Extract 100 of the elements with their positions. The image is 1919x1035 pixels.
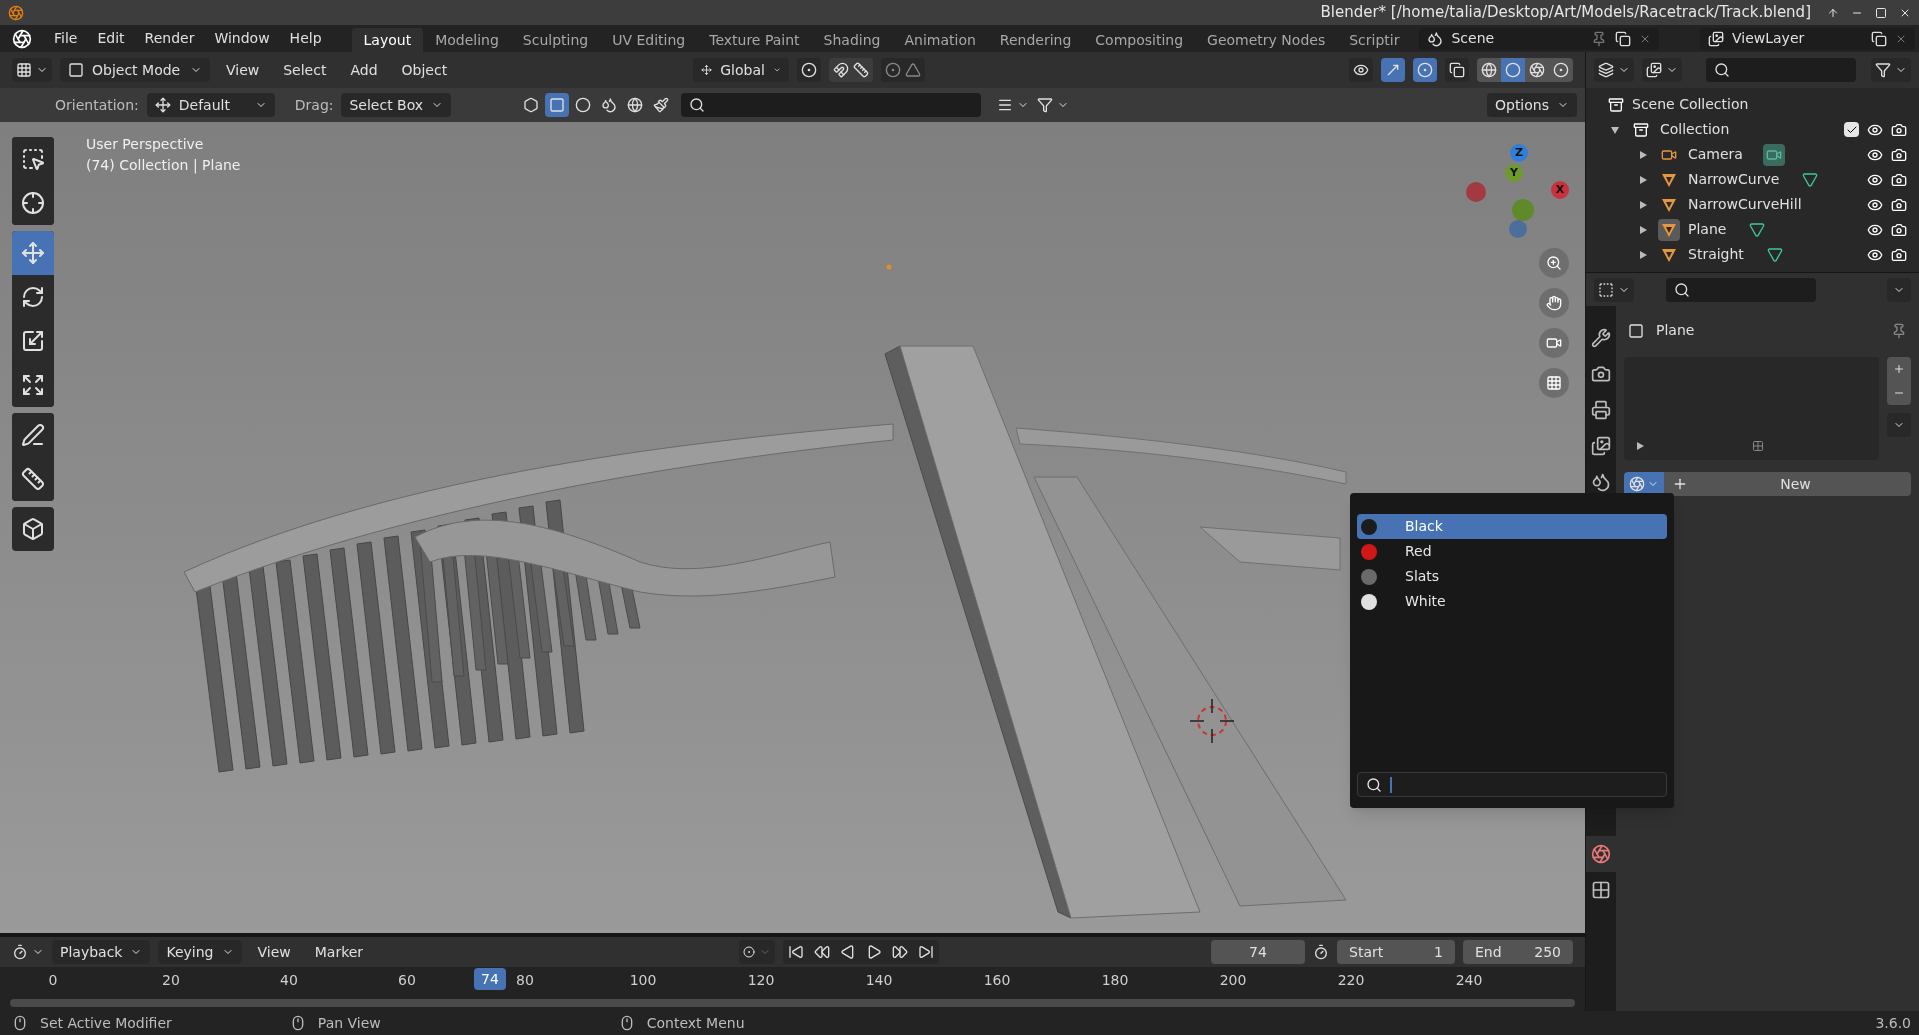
- editor-type-button[interactable]: [1594, 277, 1634, 302]
- header-menu-item[interactable]: View: [218, 59, 268, 81]
- exclude-checkbox[interactable]: [1844, 122, 1859, 137]
- workspace-tab[interactable]: Scriptir: [1337, 28, 1412, 52]
- playhead[interactable]: 74: [474, 968, 506, 990]
- menu-item[interactable]: Help: [279, 25, 332, 52]
- square-icon: [549, 97, 566, 113]
- add-cube-tool[interactable]: [12, 507, 54, 551]
- outliner-item-name[interactable]: Plane: [1688, 219, 1727, 240]
- slot-specials-button[interactable]: [1887, 413, 1911, 437]
- header-menu-item[interactable]: Object: [393, 59, 456, 81]
- camera-view-button[interactable]: [1539, 328, 1569, 358]
- workspace-tab[interactable]: Geometry Nodes: [1195, 28, 1338, 52]
- expand-arrow[interactable]: [1608, 125, 1622, 134]
- magnet-icon: [833, 62, 850, 78]
- frame-tick-label: 160: [983, 971, 1011, 990]
- workspace-tab[interactable]: Compositing: [1083, 28, 1196, 52]
- timeline-menu-item[interactable]: Marker: [306, 941, 372, 963]
- frame-tick-label: 60: [398, 971, 416, 990]
- material-menu-item[interactable]: Black: [1357, 514, 1667, 539]
- workspace-tab[interactable]: Animation: [892, 28, 988, 52]
- workspace-tab[interactable]: Layout: [351, 28, 424, 52]
- xray-toggle[interactable]: [1445, 58, 1469, 82]
- measure-tool[interactable]: [12, 457, 54, 501]
- timeline-menu-dropdown[interactable]: Keying: [158, 940, 242, 964]
- display-mode-button[interactable]: [1594, 58, 1634, 82]
- droplets-icon: [601, 97, 618, 113]
- browse-material-button[interactable]: [1624, 472, 1664, 496]
- ruler-icon: [21, 467, 45, 491]
- outliner-search-field[interactable]: [1706, 58, 1856, 82]
- transform-orientation-dropdown[interactable]: Global: [693, 58, 790, 82]
- outliner-root-name[interactable]: Scene Collection: [1632, 94, 1749, 115]
- menu-item[interactable]: Render: [134, 25, 205, 52]
- stopwatch-icon: [1313, 944, 1329, 960]
- timeline-menu-dropdown[interactable]: Playback: [52, 940, 151, 964]
- end-frame-field[interactable]: End 250: [1463, 940, 1573, 964]
- outliner-item-name[interactable]: NarrowCurveHill: [1688, 194, 1802, 215]
- editor-type-button[interactable]: [12, 944, 44, 960]
- pivot-button[interactable]: [797, 58, 822, 82]
- workspace-tab[interactable]: Shading: [811, 28, 893, 52]
- view-layer-button[interactable]: [1642, 58, 1682, 82]
- shading-mode-button[interactable]: [1501, 58, 1525, 82]
- record-button[interactable]: [739, 940, 776, 964]
- drag-dropdown[interactable]: Select Box: [341, 93, 452, 117]
- annotate-tool[interactable]: [12, 413, 54, 457]
- cursor-tool[interactable]: [12, 181, 54, 225]
- outliner-item-name[interactable]: Straight: [1688, 244, 1744, 265]
- filter-button[interactable]: [1037, 97, 1070, 113]
- outliner-item-name[interactable]: Collection: [1660, 119, 1730, 140]
- pan-button[interactable]: [1539, 288, 1569, 318]
- filter-button[interactable]: [1871, 58, 1911, 82]
- view-layer-selector[interactable]: ViewLayer: [1700, 27, 1915, 50]
- workspace-tab[interactable]: Texture Paint: [697, 28, 812, 52]
- timeline-menu-item[interactable]: View: [249, 941, 299, 963]
- options-dropdown[interactable]: Options: [1486, 93, 1577, 117]
- orientation-dropdown[interactable]: Default: [146, 93, 275, 117]
- material-menu-item[interactable]: White: [1357, 589, 1667, 614]
- menu-item[interactable]: File: [44, 25, 88, 52]
- timeline-scrollbar[interactable]: [10, 999, 1575, 1007]
- cursor-crosshair-icon: [1188, 697, 1236, 745]
- outliner-item-name[interactable]: Camera: [1688, 144, 1743, 165]
- editor-type-button[interactable]: [12, 58, 52, 82]
- origin-point-icon: [886, 264, 892, 270]
- version-label: 3.6.0: [1875, 1013, 1911, 1033]
- options-button[interactable]: [1887, 277, 1911, 302]
- select-box-tool[interactable]: [12, 137, 54, 181]
- transform-tool[interactable]: [12, 363, 54, 407]
- zoom-button[interactable]: [1539, 248, 1569, 278]
- search-field[interactable]: [681, 93, 982, 117]
- gizmo-toggle[interactable]: [1381, 58, 1405, 82]
- visibility-toggle[interactable]: [1349, 58, 1373, 82]
- overlay-toggle[interactable]: [1413, 58, 1437, 82]
- new-material-button[interactable]: New: [1664, 472, 1911, 496]
- header-menu-item[interactable]: Add: [342, 59, 386, 81]
- workspace-tab[interactable]: Rendering: [987, 28, 1084, 52]
- collection-filter-button[interactable]: [997, 97, 1030, 113]
- mode-dropdown[interactable]: Object Mode: [60, 58, 210, 82]
- workspace-tab[interactable]: Sculpting: [510, 28, 601, 52]
- material-menu-item[interactable]: Red: [1357, 539, 1667, 564]
- menu-item[interactable]: Edit: [87, 25, 135, 52]
- workspace-tab[interactable]: Modeling: [423, 28, 511, 52]
- move-tool[interactable]: [12, 231, 54, 275]
- header-menu-item[interactable]: Select: [275, 59, 335, 81]
- selection-mode-button[interactable]: [545, 93, 570, 117]
- rotate-tool[interactable]: [12, 275, 54, 319]
- start-frame-field[interactable]: Start 1: [1337, 940, 1455, 964]
- scene-selector[interactable]: Scene: [1419, 27, 1660, 50]
- workspace-tab[interactable]: UV Editing: [600, 28, 698, 52]
- outliner-item-name[interactable]: NarrowCurve: [1688, 169, 1780, 190]
- snap-button[interactable]: [829, 58, 874, 82]
- current-frame-field[interactable]: 74: [1211, 940, 1305, 964]
- menu-item[interactable]: Window: [204, 25, 280, 52]
- proportional-edit-button[interactable]: [881, 58, 926, 82]
- properties-search-field[interactable]: [1666, 277, 1816, 302]
- triangle-icon: [1639, 200, 1647, 209]
- material-search-field[interactable]: [1357, 772, 1667, 797]
- material-menu-item[interactable]: Slats: [1357, 564, 1667, 589]
- ortho-view-button[interactable]: [1539, 368, 1569, 398]
- camera-icon: [1891, 121, 1907, 138]
- properties-tab[interactable]: [1586, 836, 1616, 872]
